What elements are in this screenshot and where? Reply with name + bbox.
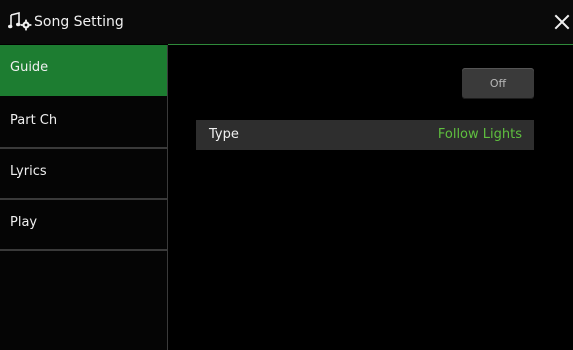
sidebar-item-part-ch[interactable]: Part Ch bbox=[0, 98, 167, 149]
sidebar-item-label: Part Ch bbox=[10, 113, 58, 128]
window-title: Song Setting bbox=[34, 14, 124, 30]
sidebar: Guide Part Ch Lyrics Play bbox=[0, 45, 168, 350]
note-gear-icon bbox=[8, 11, 32, 32]
guide-toggle-button[interactable]: Off bbox=[462, 68, 534, 99]
close-icon[interactable] bbox=[551, 10, 573, 34]
guide-type-selector[interactable]: Type Follow Lights bbox=[196, 120, 534, 150]
sidebar-item-lyrics[interactable]: Lyrics bbox=[0, 149, 167, 200]
title-bar: Song Setting bbox=[0, 0, 573, 44]
guide-panel: Off Type Follow Lights bbox=[169, 45, 573, 350]
guide-toggle-label: Off bbox=[489, 77, 507, 90]
type-value: Follow Lights bbox=[437, 127, 522, 142]
sidebar-item-label: Guide bbox=[10, 60, 49, 75]
sidebar-item-guide[interactable]: Guide bbox=[0, 45, 167, 96]
sidebar-item-label: Play bbox=[10, 215, 38, 230]
type-label: Type bbox=[209, 127, 239, 142]
sidebar-item-play[interactable]: Play bbox=[0, 200, 167, 251]
sidebar-item-label: Lyrics bbox=[10, 164, 47, 179]
